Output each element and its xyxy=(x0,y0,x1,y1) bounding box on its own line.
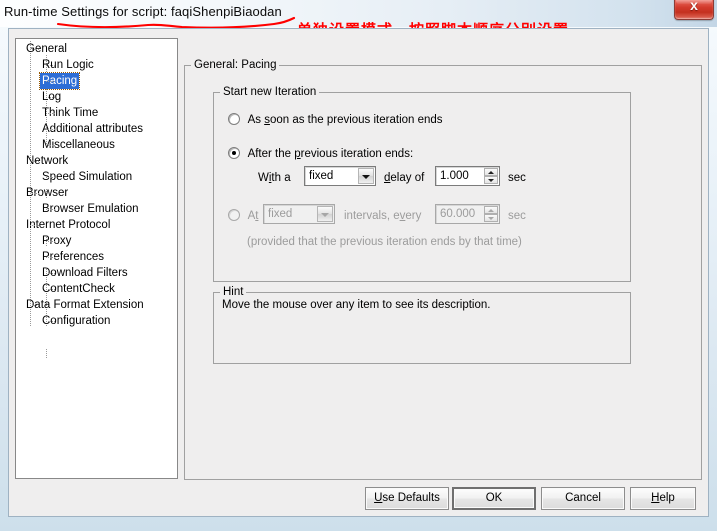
tree-item-pacing[interactable]: Pacing xyxy=(16,72,177,90)
tree-item-label: Additional attributes xyxy=(42,123,144,135)
tree-item-configuration[interactable]: Configuration xyxy=(16,313,177,329)
window-title: Run-time Settings for script: faqiShenpi… xyxy=(4,4,282,19)
tree-connector xyxy=(46,129,55,130)
tree-connector xyxy=(46,209,55,210)
pacing-panel-title: General: Pacing xyxy=(191,59,280,71)
dialog-window: Run-time Settings for script: faqiShenpi… xyxy=(0,0,717,531)
chevron-down-icon[interactable] xyxy=(358,168,374,184)
tree-connector xyxy=(30,49,39,50)
stepper-up-icon[interactable] xyxy=(484,168,498,176)
interval-type-value: fixed xyxy=(268,208,293,220)
tree-connector xyxy=(46,65,55,66)
tree-connector xyxy=(46,177,55,178)
tree-connector xyxy=(46,113,55,114)
tree-connector xyxy=(30,305,39,306)
tree-item-contentcheck[interactable]: ContentCheck xyxy=(16,281,177,297)
use-defaults-label: se Defaults xyxy=(382,492,440,504)
tree-item-log[interactable]: Log xyxy=(16,89,177,105)
delay-value-stepper[interactable]: 1.000 xyxy=(435,166,500,186)
tree-connector xyxy=(46,97,55,98)
tree-item-additional-attributes[interactable]: Additional attributes xyxy=(16,121,177,137)
tree-item-label: Data Format Extension xyxy=(26,299,144,311)
radio-label: As soon as the previous iteration ends xyxy=(247,114,443,126)
tree-item-think-time[interactable]: Think Time xyxy=(16,105,177,121)
tree-connector xyxy=(30,161,39,162)
ok-button[interactable]: OK xyxy=(452,487,536,510)
delay-type-combo[interactable]: fixed xyxy=(304,166,376,186)
delay-type-value: fixed xyxy=(309,170,334,182)
stepper-buttons[interactable] xyxy=(484,168,498,184)
radio-label: After the previous iteration ends: xyxy=(247,148,414,160)
tree-item-run-logic[interactable]: Run Logic xyxy=(16,57,177,73)
help-button[interactable]: Help xyxy=(630,487,696,510)
tree-item-miscellaneous[interactable]: Miscellaneous xyxy=(16,137,177,153)
radio-indicator xyxy=(228,209,240,221)
tree-item-network[interactable]: Network xyxy=(16,153,177,169)
hint-group: Hint Move the mouse over any item to see… xyxy=(213,286,631,364)
interval-note: (provided that the previous iteration en… xyxy=(247,236,522,248)
delay-unit-label: sec xyxy=(508,172,526,184)
tree-item-preferences[interactable]: Preferences xyxy=(16,249,177,265)
tree-connector xyxy=(46,257,55,258)
tree-item-label: Proxy xyxy=(42,235,72,247)
tree-item-speed-simulation[interactable]: Speed Simulation xyxy=(16,169,177,185)
stepper-down-icon[interactable] xyxy=(484,176,498,184)
tree-item-label: Browser Emulation xyxy=(42,203,139,215)
tree-connector xyxy=(46,321,55,322)
tree-item-general[interactable]: General xyxy=(16,41,177,57)
delay-value: 1.000 xyxy=(440,170,469,182)
interval-value: 60.000 xyxy=(440,208,476,220)
close-icon: x xyxy=(690,0,698,13)
start-new-iteration-title: Start new Iteration xyxy=(220,86,320,98)
tree-item-data-format-extension[interactable]: Data Format Extension xyxy=(16,297,177,313)
radio-label: At xyxy=(247,210,259,222)
radio-indicator xyxy=(228,147,240,159)
tree-item-browser[interactable]: Browser xyxy=(16,185,177,201)
cancel-button[interactable]: Cancel xyxy=(541,487,625,510)
interval-unit-label: sec xyxy=(508,210,526,222)
dialog-body: General Run Logic Pacing Log Think Time xyxy=(8,28,709,517)
tree-connector xyxy=(46,81,55,82)
tree-connector xyxy=(46,241,55,242)
stepper-down-icon[interactable] xyxy=(484,214,498,222)
interval-value-stepper[interactable]: 60.000 xyxy=(435,204,500,224)
tree-item-proxy[interactable]: Proxy xyxy=(16,233,177,249)
close-button[interactable]: x xyxy=(674,0,714,20)
stepper-buttons[interactable] xyxy=(484,206,498,222)
tree-connector xyxy=(46,145,55,146)
radio-indicator xyxy=(228,113,240,125)
tree-connector xyxy=(46,289,55,290)
ok-label: OK xyxy=(485,492,503,504)
with-a-label: With a xyxy=(258,172,291,184)
stepper-up-icon[interactable] xyxy=(484,206,498,214)
tree-connector xyxy=(30,193,39,194)
tree-connector xyxy=(30,225,39,226)
tree-guide-dfe xyxy=(46,349,47,359)
help-label: elp xyxy=(659,492,675,504)
tree-item-download-filters[interactable]: Download Filters xyxy=(16,265,177,281)
radio-at-fixed-intervals[interactable]: At xyxy=(228,209,258,223)
cancel-label: Cancel xyxy=(565,492,601,504)
tree-item-browser-emulation[interactable]: Browser Emulation xyxy=(16,201,177,217)
start-new-iteration-group: Start new Iteration As soon as the previ… xyxy=(213,86,631,282)
delay-of-label: delay of xyxy=(384,172,425,184)
pacing-panel: General: Pacing Start new Iteration As s… xyxy=(184,59,702,480)
tree-item-internet-protocol[interactable]: Internet Protocol xyxy=(16,217,177,233)
chevron-down-icon[interactable] xyxy=(317,206,333,222)
settings-tree[interactable]: General Run Logic Pacing Log Think Time xyxy=(15,38,178,479)
interval-type-combo[interactable]: fixed xyxy=(263,204,335,224)
tree-connector xyxy=(46,273,55,274)
radio-as-soon-as-previous-ends[interactable]: As soon as the previous iteration ends xyxy=(228,113,443,127)
intervals-every-label: intervals, every xyxy=(344,210,422,222)
radio-after-previous-ends[interactable]: After the previous iteration ends: xyxy=(228,147,413,161)
hint-group-title: Hint xyxy=(220,286,247,298)
use-defaults-button[interactable]: Use Defaults xyxy=(365,487,449,510)
hint-text: Move the mouse over any item to see its … xyxy=(222,299,491,311)
